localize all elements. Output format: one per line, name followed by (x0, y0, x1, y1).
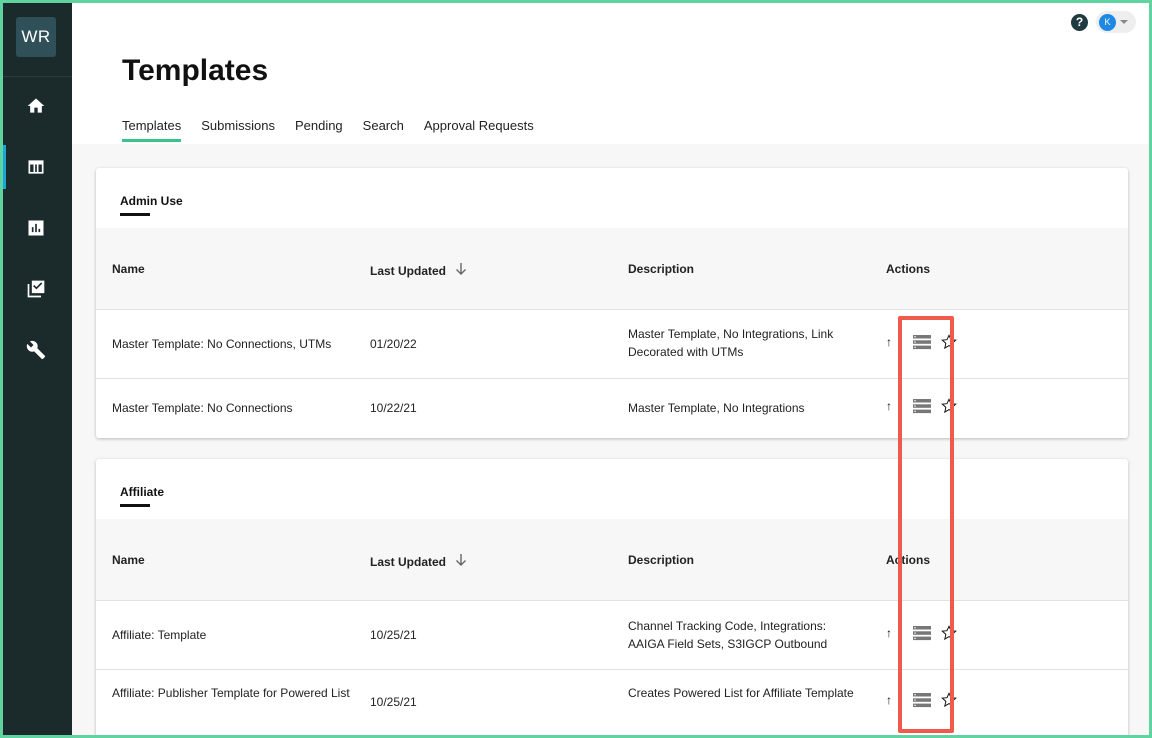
tab-bar: Templates Submissions Pending Search App… (122, 118, 554, 142)
tab-templates[interactable]: Templates (122, 118, 182, 142)
sidebar-item-approvals[interactable] (0, 267, 72, 311)
group-title: Admin Use (120, 194, 183, 216)
home-icon (27, 98, 45, 113)
column-header-last-updated[interactable]: Last Updated (370, 553, 468, 570)
column-header-label: Last Updated (370, 554, 447, 569)
template-name[interactable]: Affiliate: Publisher Template for Powere… (112, 684, 352, 702)
last-updated: 10/25/21 (370, 695, 417, 709)
chevron-down-icon (1120, 20, 1128, 24)
arrow-down-icon[interactable] (454, 553, 468, 570)
sidebar: WR (0, 0, 72, 738)
sidebar-item-reports[interactable] (0, 206, 72, 250)
topbar: ? K (1071, 11, 1136, 33)
help-icon[interactable]: ? (1071, 13, 1088, 31)
template-description: Creates Powered List for Affiliate Templ… (628, 686, 854, 700)
column-header-last-updated[interactable]: Last Updated (370, 262, 468, 279)
last-updated: 01/20/22 (370, 337, 417, 351)
template-group-affiliate: Affiliate Name Last Updated Description … (96, 459, 1128, 738)
table-header: Name Last Updated Description Actions (96, 519, 1128, 601)
template-group-admin-use: Admin Use Name Last Updated Description … (96, 168, 1128, 438)
sidebar-item-templates[interactable] (0, 145, 72, 189)
template-name[interactable]: Affiliate: Template (112, 626, 206, 644)
page-title: Templates (122, 54, 269, 87)
chart-icon (28, 220, 44, 236)
template-description: Channel Tracking Code, Integrations: AAI… (628, 619, 828, 651)
table-row[interactable]: Master Template: No Connections, UTMs 01… (96, 311, 1128, 379)
table-row[interactable]: Affiliate: Publisher Template for Powere… (96, 670, 1128, 738)
template-name[interactable]: Master Template: No Connections (112, 399, 293, 417)
template-description: Master Template, No Integrations, Link D… (628, 327, 834, 359)
column-header-label: Last Updated (370, 263, 447, 278)
checklist-icon (27, 280, 45, 298)
column-header-name[interactable]: Name (112, 262, 145, 276)
template-description: Master Template, No Integrations (628, 401, 805, 415)
highlight-annotation (898, 316, 954, 733)
app-logo[interactable]: WR (16, 17, 56, 57)
user-menu[interactable]: K (1096, 11, 1136, 33)
table-header: Name Last Updated Description Actions (96, 228, 1128, 310)
column-header-description[interactable]: Description (628, 553, 694, 567)
arrow-down-icon[interactable] (454, 262, 468, 279)
last-updated: 10/22/21 (370, 401, 417, 415)
tab-approval-requests[interactable]: Approval Requests (424, 118, 534, 142)
tab-search[interactable]: Search (363, 118, 404, 142)
last-updated: 10/25/21 (370, 628, 417, 642)
sidebar-item-home[interactable] (0, 84, 72, 128)
tab-pending[interactable]: Pending (295, 118, 343, 142)
template-name[interactable]: Master Template: No Connections, UTMs (112, 335, 331, 353)
sidebar-item-tools[interactable] (0, 328, 72, 372)
table-icon (28, 160, 44, 174)
column-header-actions: Actions (886, 262, 931, 276)
column-header-name[interactable]: Name (112, 553, 145, 567)
wrench-icon (26, 340, 46, 360)
sidebar-divider (0, 76, 72, 77)
column-header-description[interactable]: Description (628, 262, 694, 276)
table-row[interactable]: Master Template: No Connections 10/22/21… (96, 379, 1128, 438)
tab-submissions[interactable]: Submissions (201, 118, 275, 142)
group-title: Affiliate (120, 485, 164, 507)
avatar: K (1099, 13, 1116, 31)
table-row[interactable]: Affiliate: Template 10/25/21 Channel Tra… (96, 602, 1128, 670)
